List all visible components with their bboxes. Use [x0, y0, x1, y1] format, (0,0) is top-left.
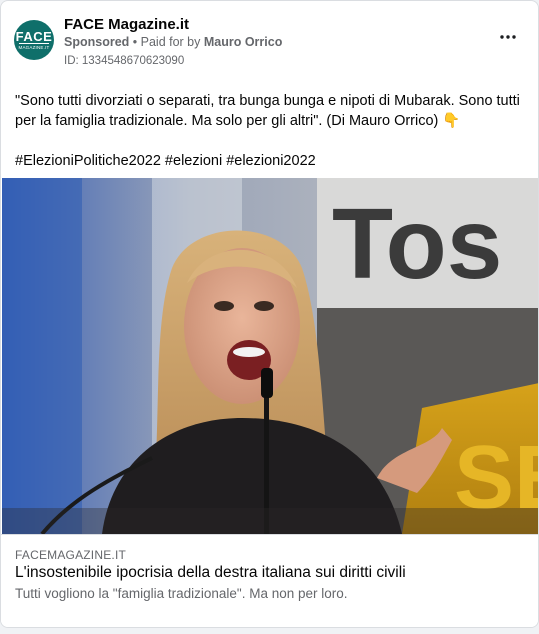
paid-for-name[interactable]: Mauro Orrico [204, 35, 283, 49]
link-domain: FACEMAGAZINE.IT [15, 548, 127, 562]
paid-for-prefix: Paid for by [140, 35, 204, 49]
post-hashtags[interactable]: #ElezioniPolitiche2022 #elezioni #elezio… [15, 151, 524, 171]
post-body: "Sono tutti divorziati o separati, tra b… [15, 91, 524, 171]
avatar-logo-subtext: MAGAZINE.IT [18, 42, 50, 50]
link-description: Tutti vogliono la "famiglia tradizionale… [15, 586, 348, 601]
ad-id: ID: 1334548670623090 [64, 55, 185, 67]
sponsored-label: Sponsored [64, 35, 130, 49]
meta-separator: • [129, 35, 141, 49]
avatar-logo-text: FACE [15, 28, 53, 44]
pointing-down-emoji-icon: 👇 [442, 113, 461, 129]
post-header: FACE MAGAZINE.IT FACE Magazine.it Sponso… [14, 15, 524, 71]
ad-card: FACE MAGAZINE.IT FACE Magazine.it Sponso… [0, 0, 539, 628]
link-title[interactable]: L'insostenibile ipocrisia della destra i… [15, 564, 406, 582]
post-message: "Sono tutti divorziati o separati, tra b… [15, 91, 524, 131]
sponsored-line: Sponsored • Paid for by Mauro Orrico [64, 35, 282, 49]
link-preview[interactable]: FACEMAGAZINE.IT L'insostenibile ipocrisi… [1, 534, 538, 627]
page-avatar[interactable]: FACE MAGAZINE.IT [14, 20, 54, 60]
more-options-icon [500, 35, 516, 39]
speaker-photo: Tos SE [2, 178, 538, 534]
sign-text: Tos [332, 188, 502, 300]
more-options-button[interactable] [496, 29, 520, 45]
page-name-link[interactable]: FACE Magazine.it [64, 16, 189, 33]
post-image[interactable]: Tos SE [2, 178, 538, 534]
